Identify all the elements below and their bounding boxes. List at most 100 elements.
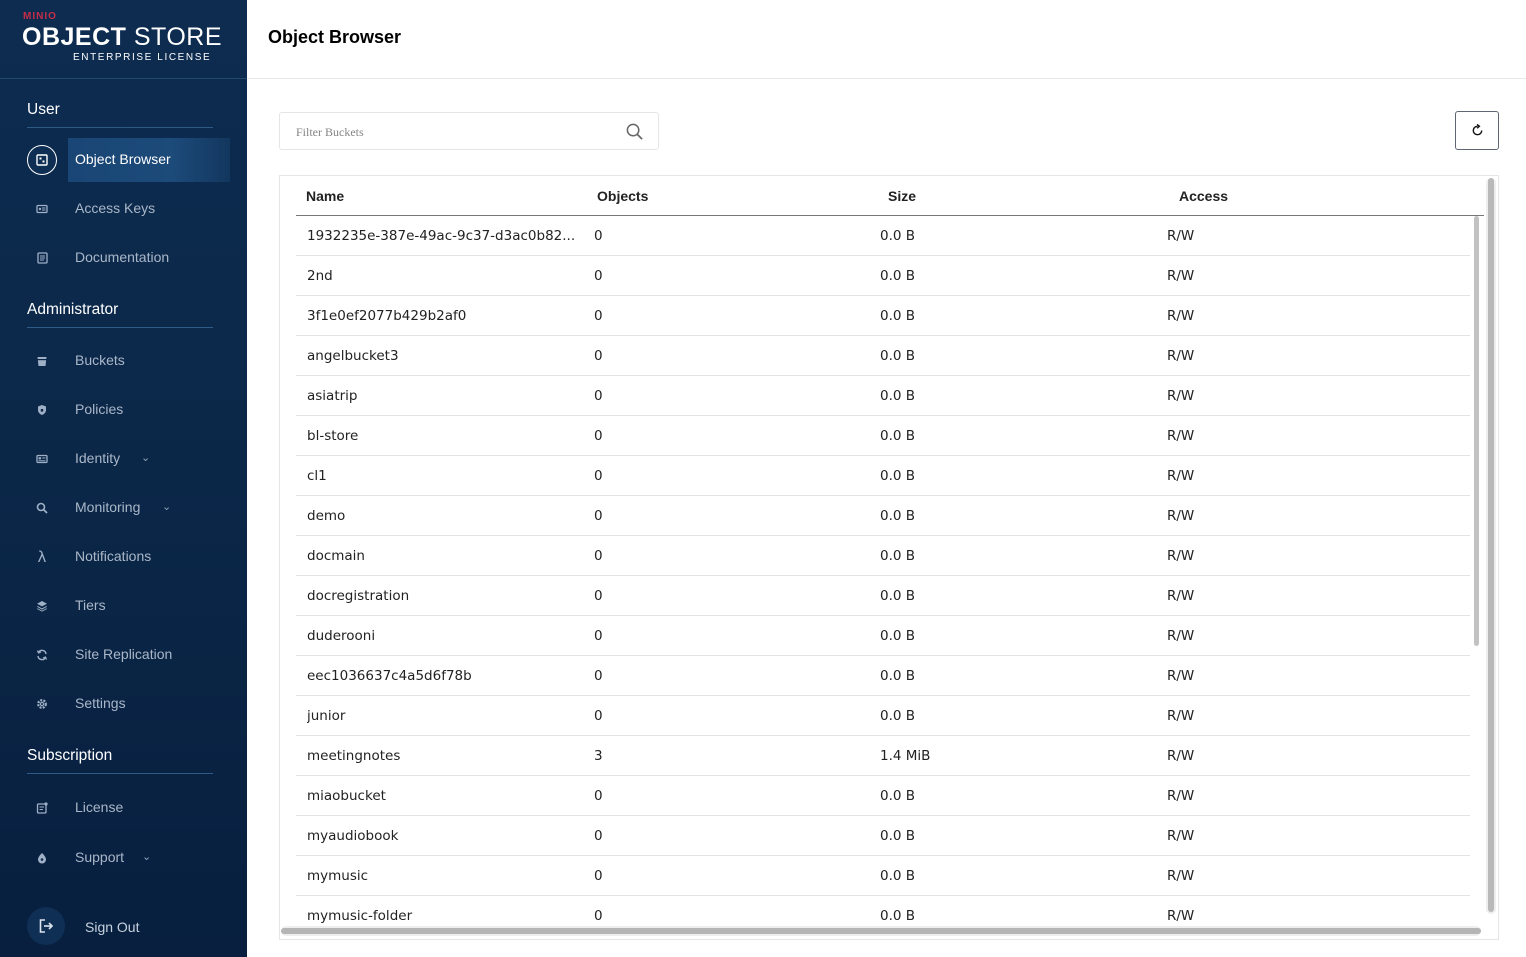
- table-row[interactable]: eec1036637c4a5d6f78b 0 0.0 B R/W: [296, 656, 1470, 696]
- table-row[interactable]: meetingnotes 3 1.4 MiB R/W: [296, 736, 1470, 776]
- sign-out-button[interactable]: Sign Out: [27, 907, 227, 947]
- access-cell: R/W: [1167, 308, 1195, 324]
- sidebar-item-notifications[interactable]: λ Notifications: [0, 535, 247, 579]
- access-cell: R/W: [1167, 508, 1195, 524]
- bucket-name-cell: bl-store: [307, 428, 359, 444]
- bucket-name-cell: cl1: [307, 468, 327, 484]
- sidebar-item-access-keys[interactable]: Access Keys: [0, 187, 247, 231]
- document-icon: [27, 243, 57, 273]
- page-title: Object Browser: [268, 27, 402, 47]
- section-title-administrator: Administrator: [27, 301, 213, 328]
- table-row[interactable]: cl1 0 0.0 B R/W: [296, 456, 1470, 496]
- size-cell: 0.0 B: [880, 708, 916, 724]
- chevron-down-icon: ⌄: [141, 451, 151, 464]
- size-cell: 0.0 B: [880, 788, 916, 804]
- table-row[interactable]: angelbucket3 0 0.0 B R/W: [296, 336, 1470, 376]
- sidebar-item-license[interactable]: License: [0, 786, 247, 830]
- column-header-name[interactable]: Name: [306, 188, 344, 204]
- outer-vertical-scrollbar[interactable]: [1486, 178, 1496, 914]
- filter-buckets-search[interactable]: [279, 112, 659, 150]
- size-cell: 0.0 B: [880, 228, 916, 244]
- size-cell: 0.0 B: [880, 908, 916, 924]
- table-row[interactable]: duderooni 0 0.0 B R/W: [296, 616, 1470, 656]
- sign-out-label: Sign Out: [85, 919, 140, 935]
- table-row[interactable]: junior 0 0.0 B R/W: [296, 696, 1470, 736]
- access-cell: R/W: [1167, 588, 1195, 604]
- table-row[interactable]: 1932235e-387e-49ac-9c37-d3ac0b82... 0 0.0 …: [296, 216, 1470, 256]
- table-row[interactable]: bl-store 0 0.0 B R/W: [296, 416, 1470, 456]
- access-cell: R/W: [1167, 268, 1195, 284]
- access-cell: R/W: [1167, 628, 1195, 644]
- object-browser-icon: [27, 145, 57, 175]
- bucket-name-cell: junior: [307, 708, 346, 724]
- gear-icon: [27, 689, 57, 719]
- table-row[interactable]: demo 0 0.0 B R/W: [296, 496, 1470, 536]
- table-row[interactable]: asiatrip 0 0.0 B R/W: [296, 376, 1470, 416]
- sidebar-item-settings[interactable]: Settings: [0, 682, 247, 726]
- objects-count-cell: 0: [594, 508, 603, 524]
- sidebar-item-label: Tiers: [75, 597, 106, 613]
- bucket-name-cell: duderooni: [307, 628, 376, 644]
- objects-count-cell: 0: [594, 588, 603, 604]
- key-icon: [27, 194, 57, 224]
- search-input[interactable]: [296, 123, 616, 141]
- refresh-button[interactable]: [1455, 111, 1499, 150]
- scrollbar-thumb[interactable]: [281, 928, 1481, 934]
- sidebar-item-label: Buckets: [75, 352, 125, 368]
- table-row[interactable]: miaobucket 0 0.0 B R/W: [296, 776, 1470, 816]
- table-row[interactable]: mymusic 0 0.0 B R/W: [296, 856, 1470, 896]
- column-header-access[interactable]: Access: [1179, 188, 1228, 204]
- access-cell: R/W: [1167, 388, 1195, 404]
- sidebar-item-documentation[interactable]: Documentation: [0, 236, 247, 280]
- bucket-name-cell: myaudiobook: [307, 828, 399, 844]
- bucket-name-cell: demo: [307, 508, 346, 524]
- minio-logo[interactable]: MINIO OBJECT STORE ENTERPRISE LICENSE: [0, 0, 247, 79]
- access-cell: R/W: [1167, 548, 1195, 564]
- bucket-name-cell: docregistration: [307, 588, 410, 604]
- sidebar-item-label: Access Keys: [75, 200, 156, 216]
- table-body: 1932235e-387e-49ac-9c37-d3ac0b82... 0 0.0 …: [296, 216, 1470, 936]
- search-icon[interactable]: [625, 122, 644, 141]
- objects-count-cell: 0: [594, 668, 603, 684]
- support-icon: [27, 843, 57, 873]
- sidebar-item-policies[interactable]: Policies: [0, 388, 247, 432]
- bucket-name-cell: mymusic-folder: [307, 908, 413, 924]
- sidebar-item-label: Policies: [75, 401, 124, 417]
- sidebar-item-buckets[interactable]: Buckets: [0, 339, 247, 383]
- sidebar: MINIO OBJECT STORE ENTERPRISE LICENSE Us…: [0, 0, 247, 957]
- horizontal-scrollbar[interactable]: [281, 926, 1481, 936]
- refresh-icon: [1472, 123, 1482, 136]
- bucket-name-cell: asiatrip: [307, 388, 358, 404]
- table-row[interactable]: myaudiobook 0 0.0 B R/W: [296, 816, 1470, 856]
- size-cell: 0.0 B: [880, 468, 916, 484]
- table-row[interactable]: docregistration 0 0.0 B R/W: [296, 576, 1470, 616]
- size-cell: 0.0 B: [880, 588, 916, 604]
- sidebar-item-tiers[interactable]: Tiers: [0, 584, 247, 628]
- id-card-icon: [27, 444, 57, 474]
- sidebar-item-object-browser[interactable]: Object Browser: [0, 138, 247, 182]
- sidebar-item-site-replication[interactable]: Site Replication: [0, 633, 247, 677]
- table-row[interactable]: 3f1e0ef2077b429b2af0 0 0.0 B R/W: [296, 296, 1470, 336]
- scrollbar-thumb[interactable]: [1474, 216, 1479, 646]
- objects-count-cell: 0: [594, 548, 603, 564]
- table-row[interactable]: 2nd 0 0.0 B R/W: [296, 256, 1470, 296]
- sidebar-item-support[interactable]: Support ⌄: [0, 836, 247, 880]
- table-vertical-scrollbar[interactable]: [1473, 216, 1480, 924]
- scrollbar-thumb[interactable]: [1488, 178, 1494, 912]
- column-header-size[interactable]: Size: [888, 188, 916, 204]
- table-row[interactable]: docmain 0 0.0 B R/W: [296, 536, 1470, 576]
- size-cell: 1.4 MiB: [880, 748, 931, 764]
- sidebar-item-identity[interactable]: Identity ⌄: [0, 437, 247, 481]
- bucket-name-cell: mymusic: [307, 868, 369, 884]
- chevron-down-icon: ⌄: [142, 850, 152, 863]
- column-header-objects[interactable]: Objects: [597, 188, 648, 204]
- objects-count-cell: 0: [594, 428, 603, 444]
- sidebar-item-monitoring[interactable]: Monitoring ⌄: [0, 486, 247, 530]
- size-cell: 0.0 B: [880, 628, 916, 644]
- bucket-name-cell: meetingnotes: [307, 748, 401, 764]
- license-icon: [27, 793, 57, 823]
- page-header: Object Browser: [247, 0, 1526, 79]
- size-cell: 0.0 B: [880, 508, 916, 524]
- bucket-name-cell: angelbucket3: [307, 348, 399, 364]
- chevron-down-icon: ⌄: [162, 500, 172, 513]
